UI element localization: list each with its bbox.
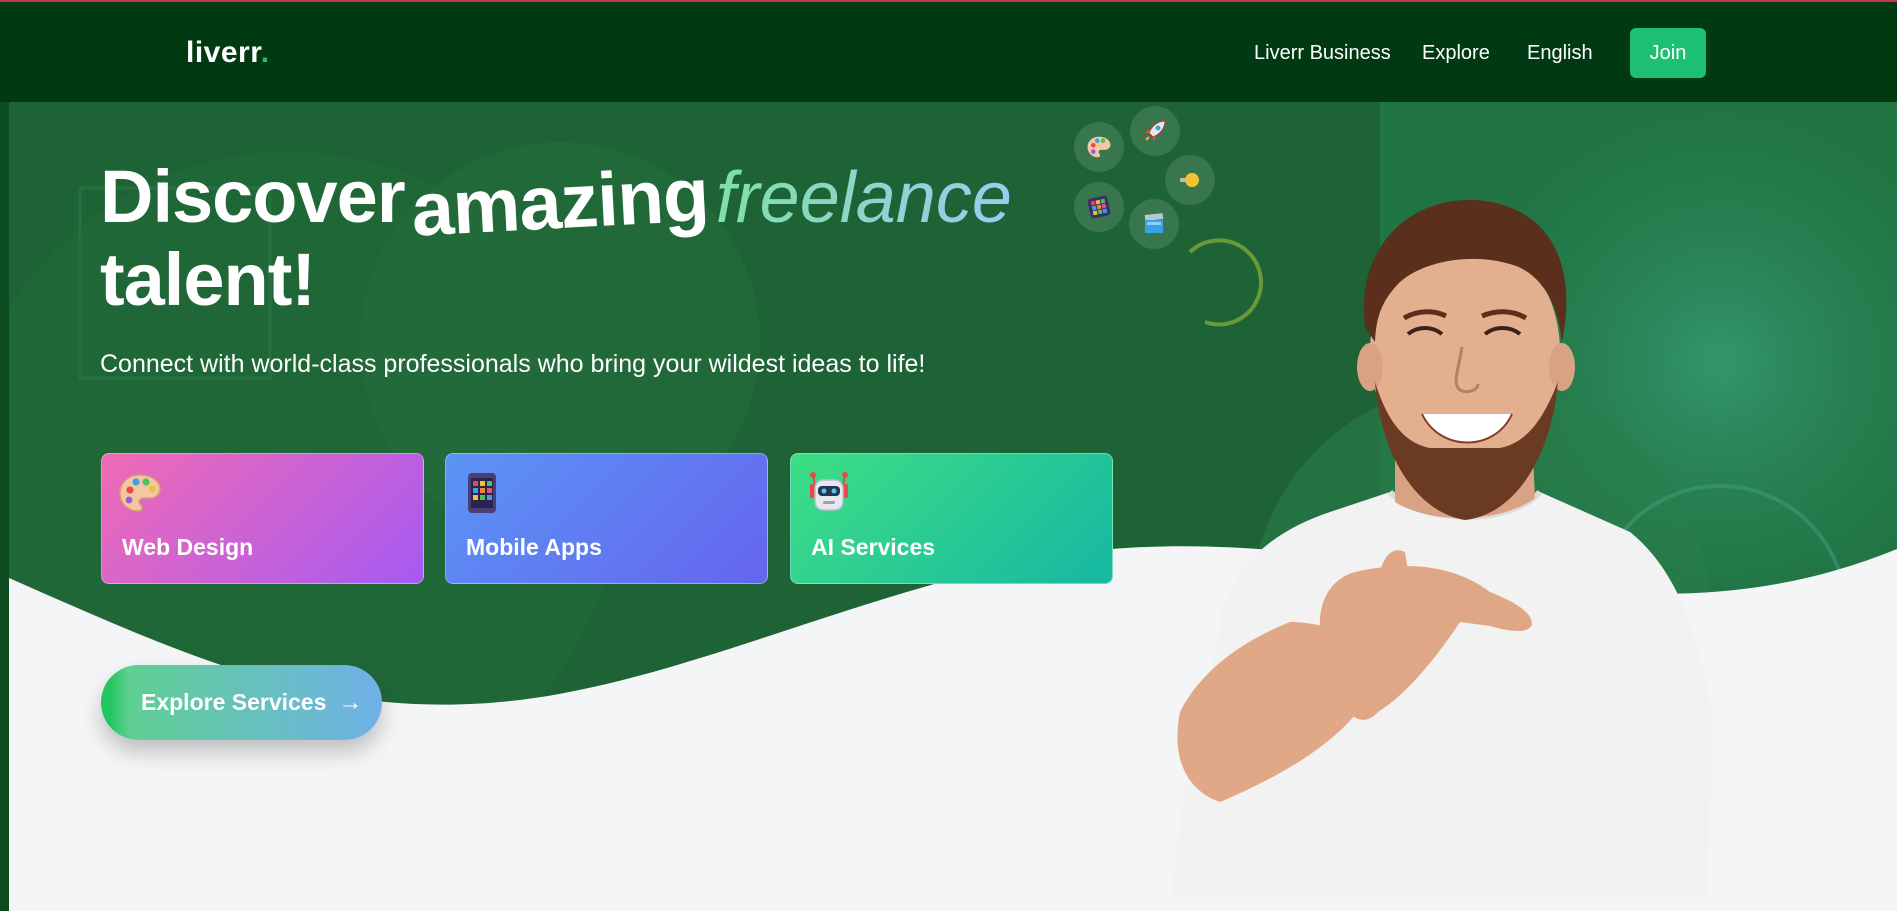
floating-rocket-bubble — [1130, 106, 1180, 156]
rocket-icon — [1145, 120, 1166, 141]
palette-icon — [1087, 136, 1111, 158]
hero-headline: Discoveramazingfreelance talent! — [100, 152, 1012, 321]
lightbulb-icon — [1180, 173, 1199, 187]
category-card-mobile-apps[interactable]: Mobile Apps — [445, 453, 768, 584]
card-label-ai-services: AI Services — [811, 534, 936, 560]
explore-services-label: Explore Services — [141, 689, 327, 715]
headline-word-discover: Discover — [100, 155, 406, 238]
explore-services-button[interactable]: Explore Services → — [101, 665, 382, 740]
card-label-mobile-apps: Mobile Apps — [466, 534, 602, 560]
hero-section: Discoveramazingfreelance talent! Connect… — [0, 102, 1897, 911]
nav-link-english[interactable]: English — [1527, 42, 1593, 65]
laptop-icon — [1144, 213, 1164, 233]
mobile-phone-icon — [468, 473, 496, 513]
logo[interactable]: liverr. — [186, 36, 270, 70]
floating-lightbulb-bubble — [1165, 155, 1215, 205]
top-accent-line — [0, 0, 1897, 2]
category-card-ai-services[interactable]: AI Services — [790, 453, 1113, 584]
headline-word-freelance: freelance — [715, 158, 1012, 238]
smiling-man-photo — [1172, 199, 1712, 897]
left-edge-bar — [0, 102, 9, 911]
floating-palette-bubble — [1074, 122, 1124, 172]
headline-word-talent: talent! — [100, 238, 316, 321]
card-label-web-design: Web Design — [122, 534, 254, 560]
hero-subtitle: Connect with world-class professionals w… — [100, 350, 926, 378]
robot-icon — [810, 472, 848, 511]
headline-word-amazing: amazing — [408, 152, 711, 253]
nav-link-liverr-business[interactable]: Liverr Business — [1254, 42, 1391, 65]
calculator-icon — [1087, 195, 1111, 219]
navbar: liverr. Liverr Business Explore English … — [0, 2, 1897, 102]
nav-link-explore[interactable]: Explore — [1422, 42, 1490, 65]
palette-icon — [119, 474, 161, 512]
join-button[interactable]: Join — [1630, 28, 1706, 78]
arrow-right-icon: → — [338, 688, 363, 716]
floating-laptop-bubble — [1129, 199, 1179, 249]
floating-calculator-bubble — [1074, 182, 1124, 232]
category-card-web-design[interactable]: Web Design — [101, 453, 424, 584]
